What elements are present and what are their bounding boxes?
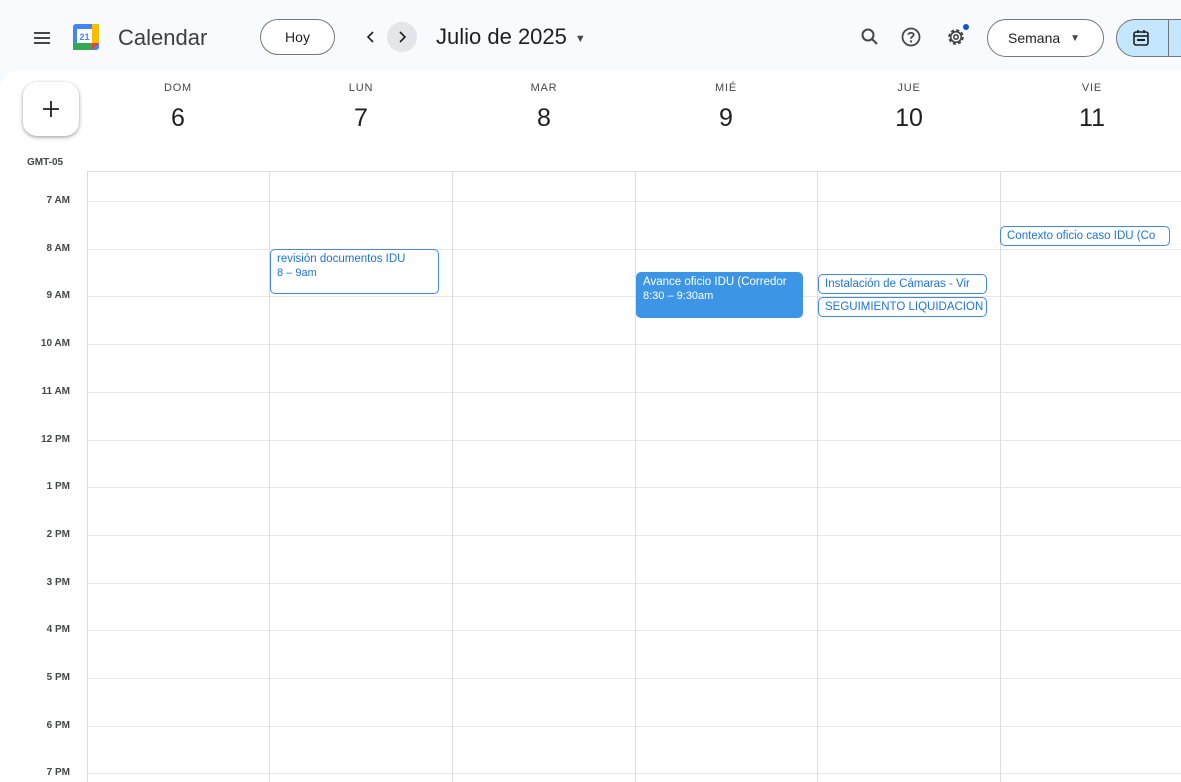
column-line <box>87 172 88 782</box>
hour-line <box>87 344 1181 345</box>
hour-label: 9 AM <box>46 290 70 301</box>
hour-line <box>87 678 1181 679</box>
plus-icon <box>43 101 59 117</box>
calendar-event[interactable]: Avance oficio IDU (Corredor 8:30 – 9:30a… <box>636 272 803 318</box>
day-header-wed[interactable]: MIÉ 9 <box>635 82 817 133</box>
main-menu-button[interactable] <box>26 22 58 54</box>
day-header-fri[interactable]: VIE 11 <box>1001 82 1181 133</box>
calendar-icon <box>1133 30 1149 46</box>
hour-line <box>87 583 1181 584</box>
day-name: JUE <box>897 82 921 94</box>
search-button[interactable] <box>855 22 885 52</box>
day-header-thu[interactable]: JUE 10 <box>818 82 1000 133</box>
day-number: 6 <box>171 104 185 132</box>
next-week-button[interactable] <box>387 22 417 52</box>
day-number: 10 <box>895 104 923 132</box>
event-title: revisión documentos IDU <box>277 253 406 265</box>
hour-label: 1 PM <box>46 481 70 492</box>
calendar-event[interactable]: Contexto oficio caso IDU (Co <box>1000 226 1170 246</box>
calendar-mode-toggle[interactable] <box>1116 19 1181 57</box>
notification-dot <box>963 24 969 30</box>
day-number: 11 <box>1079 104 1105 132</box>
hour-label: 10 AM <box>40 338 70 349</box>
hour-label: 4 PM <box>46 624 70 635</box>
view-selector-label: Semana <box>1008 30 1061 46</box>
calendar-event[interactable]: SEGUIMIENTO LIQUIDACION <box>818 297 987 317</box>
toggle-divider <box>1168 19 1169 57</box>
event-title: Avance oficio IDU (Corredor <box>643 276 787 288</box>
event-title: SEGUIMIENTO LIQUIDACION <box>825 301 984 313</box>
column-line <box>817 172 818 782</box>
day-number: 9 <box>719 104 733 132</box>
day-name: LUN <box>348 82 374 94</box>
today-button[interactable]: Hoy <box>260 19 335 55</box>
hour-label: 8 AM <box>46 243 70 254</box>
hour-label: 6 PM <box>46 720 70 731</box>
hour-line <box>87 773 1181 774</box>
hour-line <box>87 487 1181 488</box>
time-grid[interactable]: 7 AM 8 AM 9 AM 10 AM 11 AM 12 PM 1 PM 2 … <box>0 172 1181 782</box>
day-name: MIÉ <box>715 82 737 94</box>
month-title-dropdown[interactable]: Julio de 2025 ▼ <box>436 24 586 50</box>
day-number: 7 <box>354 104 368 132</box>
column-line <box>452 172 453 782</box>
chevron-right-icon <box>399 31 407 43</box>
search-icon <box>861 28 878 45</box>
day-name: DOM <box>163 82 193 94</box>
column-line <box>1000 172 1001 782</box>
hour-line <box>87 726 1181 727</box>
day-name: VIE <box>1081 82 1103 94</box>
hour-label: 7 AM <box>46 195 70 206</box>
help-icon <box>901 27 921 47</box>
calendar-event[interactable]: revisión documentos IDU 8 – 9am <box>270 249 439 294</box>
month-title: Julio de 2025 <box>436 24 567 49</box>
calendar-main-panel: DOM 6 LUN 7 MAR 8 MIÉ 9 JUE 10 VIE 11 GM… <box>0 70 1181 782</box>
hour-label: 3 PM <box>46 577 70 588</box>
event-time: 8 – 9am <box>277 267 317 279</box>
day-number: 8 <box>537 104 551 132</box>
hour-label: 12 PM <box>41 434 70 445</box>
previous-week-button[interactable] <box>356 22 386 52</box>
hour-label: 11 AM <box>41 386 70 397</box>
event-title: Contexto oficio caso IDU (Co <box>1007 230 1156 242</box>
app-title: Calendar <box>118 25 208 50</box>
hour-line <box>87 249 1181 250</box>
hour-line <box>87 535 1181 536</box>
day-header-sun[interactable]: DOM 6 <box>87 82 269 133</box>
hour-label: 5 PM <box>46 672 70 683</box>
day-header-mon[interactable]: LUN 7 <box>270 82 452 133</box>
event-title: Instalación de Cámaras - Vir <box>825 278 970 290</box>
hamburger-icon <box>34 32 50 44</box>
hour-line <box>87 440 1181 441</box>
hour-label: 2 PM <box>46 529 70 540</box>
timezone-label: GMT-05 <box>27 157 64 168</box>
day-name: MAR <box>530 82 558 94</box>
column-line <box>635 172 636 782</box>
logo-day: 21 <box>79 32 89 42</box>
settings-button[interactable] <box>941 22 971 52</box>
chevron-left-icon <box>366 31 374 43</box>
create-event-button[interactable] <box>23 82 79 136</box>
view-selector[interactable]: Semana ▼ <box>987 19 1104 57</box>
caret-down-icon: ▼ <box>574 32 586 45</box>
hour-label: 7 PM <box>46 767 70 778</box>
event-time: 8:30 – 9:30am <box>643 290 714 302</box>
hour-line <box>87 296 1181 297</box>
top-bar: 21 Calendar Hoy Julio de 2025 ▼ Semana ▼ <box>0 0 1181 72</box>
calendar-event[interactable]: Instalación de Cámaras - Vir <box>818 274 987 294</box>
hour-line <box>87 630 1181 631</box>
calendar-logo-icon[interactable]: 21 <box>73 24 99 50</box>
hour-line <box>87 201 1181 202</box>
day-header-tue[interactable]: MAR 8 <box>453 82 635 133</box>
help-button[interactable] <box>896 22 926 52</box>
hour-line <box>87 392 1181 393</box>
caret-down-icon: ▼ <box>1070 32 1081 44</box>
